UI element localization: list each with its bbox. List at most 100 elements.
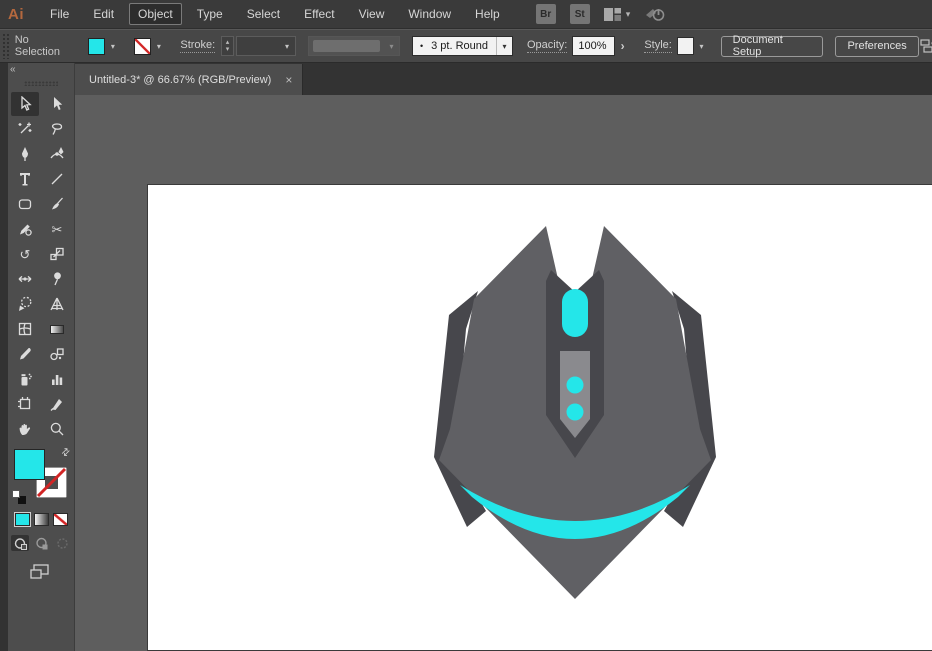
default-fill-stroke-icon[interactable]: [12, 490, 27, 505]
fill-color-control[interactable]: ▾: [88, 37, 120, 55]
magic-wand-tool[interactable]: [11, 117, 39, 141]
direct-selection-tool[interactable]: [43, 92, 71, 116]
stepper-down-icon[interactable]: ▾: [226, 46, 230, 53]
stroke-dropdown-button[interactable]: ▾: [151, 38, 166, 55]
shaper-tool[interactable]: [11, 217, 39, 241]
menu-help[interactable]: Help: [466, 3, 509, 25]
menu-file[interactable]: File: [41, 3, 78, 25]
opacity-expand-button[interactable]: ›: [615, 36, 630, 56]
opacity-field[interactable]: 100%: [572, 36, 615, 56]
width-tool[interactable]: [11, 267, 39, 291]
workspace-switcher[interactable]: ▾: [603, 7, 630, 21]
profile-bullet-icon: •: [419, 41, 424, 51]
eyedropper-tool[interactable]: [11, 342, 39, 366]
variable-width-profile-dropdown[interactable]: • 3 pt. Round ▾: [411, 36, 513, 56]
style-swatch[interactable]: [676, 37, 695, 55]
curvature-tool[interactable]: [43, 142, 71, 166]
canvas-pasteboard[interactable]: [75, 95, 932, 651]
type-tool[interactable]: [11, 167, 39, 191]
stock-icon[interactable]: St: [569, 4, 590, 24]
close-icon[interactable]: ×: [285, 73, 292, 87]
main-area: « ✂ ↺ ⇄ Untitled-3* @ 66.67% (RGB/Previe…: [0, 63, 932, 651]
draw-inside-button[interactable]: [53, 535, 71, 551]
document-tab[interactable]: Untitled-3* @ 66.67% (RGB/Preview) ×: [75, 64, 304, 95]
lasso-tool[interactable]: [43, 117, 71, 141]
none-button[interactable]: [52, 513, 68, 526]
change-screen-mode-icon[interactable]: [30, 563, 52, 580]
puppet-warp-tool[interactable]: [43, 267, 71, 291]
artboard-tool[interactable]: [11, 392, 39, 416]
style-dropdown-button[interactable]: ▾: [694, 38, 708, 55]
zoom-tool[interactable]: [43, 417, 71, 441]
brush-preview: [312, 40, 380, 52]
chevron-down-icon: ▾: [156, 41, 161, 51]
stepper-up-icon[interactable]: ▴: [226, 39, 230, 46]
fill-swatch[interactable]: [88, 37, 106, 55]
gradient-tool[interactable]: [43, 317, 71, 341]
stroke-weight-stepper[interactable]: ▴ ▾: [221, 36, 234, 56]
blend-tool[interactable]: [43, 342, 71, 366]
symbol-sprayer-tool[interactable]: [11, 367, 39, 391]
color-mode-buttons: [13, 512, 68, 527]
mesh-tool[interactable]: [11, 317, 39, 341]
line-segment-tool[interactable]: [43, 167, 71, 191]
perspective-grid-tool[interactable]: [43, 292, 71, 316]
push-pin-icon: [54, 272, 61, 286]
color-button[interactable]: [13, 512, 31, 527]
rotate-tool[interactable]: ↺: [11, 242, 39, 266]
menu-window[interactable]: Window: [399, 3, 460, 25]
artboard-icon: [18, 397, 31, 410]
power-performance-icon[interactable]: [644, 6, 666, 22]
menu-type[interactable]: Type: [188, 3, 232, 25]
tools-grid: ✂ ↺: [11, 92, 71, 441]
menu-view[interactable]: View: [350, 3, 394, 25]
selection-tool[interactable]: [11, 92, 39, 116]
fill-color-swatch[interactable]: [14, 449, 45, 480]
slice-tool[interactable]: [43, 392, 71, 416]
scissors-icon: ✂: [51, 221, 63, 237]
pen-tool[interactable]: [11, 142, 39, 166]
rectangle-tool[interactable]: [11, 192, 39, 216]
menu-object[interactable]: Object: [129, 3, 182, 25]
column-graph-tool[interactable]: [43, 367, 71, 391]
swap-fill-stroke-icon[interactable]: ⇄: [59, 446, 73, 460]
menu-edit[interactable]: Edit: [84, 3, 123, 25]
draw-behind-button[interactable]: [32, 535, 50, 551]
panel-grip-icon[interactable]: [24, 81, 58, 86]
stroke-swatch-none[interactable]: [134, 37, 152, 55]
stroke-color-control[interactable]: ▾: [134, 37, 166, 55]
panel-grip-icon[interactable]: [2, 33, 9, 59]
perspective-grid-icon: [50, 297, 64, 311]
selection-arrow-icon: [21, 96, 32, 111]
menu-select[interactable]: Select: [238, 3, 289, 25]
chevron-down-icon[interactable]: ▾: [495, 37, 512, 55]
artboard[interactable]: [147, 184, 932, 651]
gaming-mouse-artwork[interactable]: [148, 185, 932, 650]
mouse-dpi-dot-1[interactable]: [566, 376, 584, 394]
bridge-icon[interactable]: Br: [535, 4, 556, 24]
collapse-panel-icon[interactable]: «: [10, 65, 16, 75]
fill-dropdown-button[interactable]: ▾: [105, 38, 120, 55]
paintbrush-tool[interactable]: [43, 192, 71, 216]
control-bar: No Selection ▾ ▾ Stroke: ▴ ▾ ▾ ▾ • 3 pt.…: [0, 29, 932, 63]
preferences-button[interactable]: Preferences: [835, 35, 919, 57]
shape-builder-tool[interactable]: [11, 292, 39, 316]
drawing-mode-buttons: [11, 535, 71, 551]
style-label[interactable]: Style:: [644, 39, 672, 53]
gradient-button[interactable]: [33, 513, 49, 526]
stroke-weight-dropdown[interactable]: ▾: [235, 36, 296, 56]
draw-normal-button[interactable]: [11, 535, 29, 551]
scissors-tool[interactable]: ✂: [43, 217, 71, 241]
opacity-label[interactable]: Opacity:: [526, 39, 568, 53]
menu-bar: Ai File Edit Object Type Select Effect V…: [0, 0, 932, 29]
scale-tool[interactable]: [43, 242, 71, 266]
scale-icon: [50, 247, 64, 261]
document-setup-button[interactable]: Document Setup: [720, 34, 824, 58]
align-panel-cropped-icon[interactable]: [919, 36, 932, 56]
mouse-dpi-dot-2[interactable]: [566, 403, 584, 421]
stroke-weight-label[interactable]: Stroke:: [180, 39, 216, 53]
mouse-scroll-wheel[interactable]: [562, 289, 588, 337]
menu-effect[interactable]: Effect: [295, 3, 343, 25]
hand-tool[interactable]: [11, 417, 39, 441]
rotate-icon: ↺: [19, 246, 31, 262]
